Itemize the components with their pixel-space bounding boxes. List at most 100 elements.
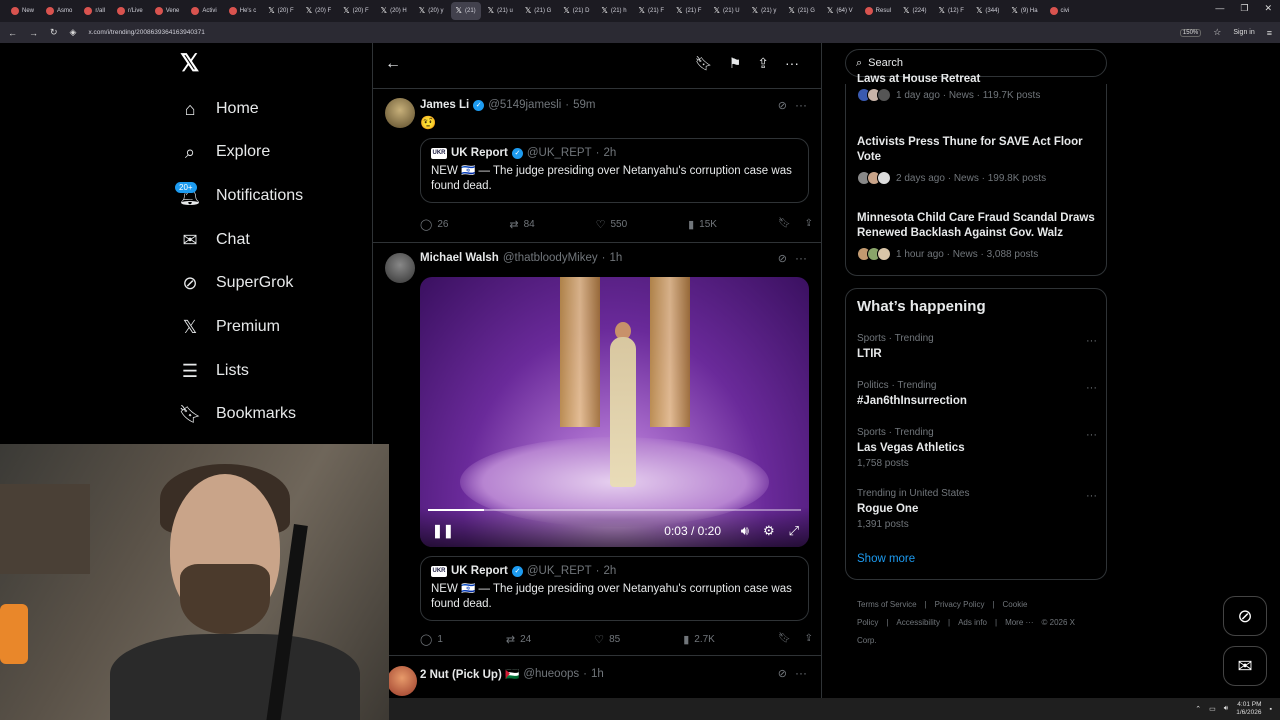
bookmark-icon[interactable]: 🔖︎ [778, 633, 791, 646]
nav-item-bookmarks[interactable]: 🔖︎ Bookmarks [179, 400, 296, 428]
maximize-icon[interactable]: ❐ [1240, 3, 1248, 14]
browser-tab[interactable]: 𝕏 (21) G [520, 2, 556, 20]
pause-icon[interactable]: ❚❚ [432, 523, 454, 539]
more-icon[interactable]: ··· [1086, 429, 1097, 441]
grok-fab-button[interactable]: ⊘ [1223, 596, 1267, 636]
video-player[interactable]: ❚❚ 0:03 / 0:20 🔊︎ ⚙ ⤢ [420, 277, 809, 547]
more-icon[interactable]: ··· [1086, 382, 1097, 394]
post-time[interactable]: 1h [591, 668, 604, 680]
sign-in-button[interactable]: Sign in [1233, 29, 1254, 36]
quoted-post[interactable]: UKR UK Report ✓ @UK_REPT · 2h NEW 🇮🇱 — T… [420, 138, 809, 203]
browser-tab[interactable]: 𝕏 (21) u [483, 2, 518, 20]
footer-link[interactable]: Privacy Policy [935, 600, 985, 609]
minimize-icon[interactable]: — [1215, 3, 1224, 14]
video-progress-bar[interactable] [428, 509, 801, 511]
browser-tab[interactable]: 𝕏 (21) [450, 2, 481, 20]
browser-tab[interactable]: r/all [79, 2, 110, 20]
views-button[interactable]: ▮ 2.7K [683, 633, 715, 646]
settings-icon[interactable]: ⚙ [763, 523, 775, 539]
trend-item[interactable]: Politics · Trending #Jan6thInsurrection … [857, 380, 1097, 407]
nav-item-premium[interactable]: 𝕏 Premium [180, 313, 280, 341]
author-handle[interactable]: @thatbloodyMikey [503, 252, 598, 264]
grok-icon[interactable]: ⊘ [778, 252, 787, 265]
share-icon[interactable]: ⇪ [805, 633, 813, 646]
browser-tab[interactable]: 𝕏 (20) y [414, 2, 449, 20]
browser-tab[interactable]: 𝕏 (344) [971, 2, 1004, 20]
repost-button[interactable]: ⇄ 84 [509, 218, 534, 231]
trend-item[interactable]: Sports · Trending Las Vegas Athletics 1,… [857, 427, 1097, 469]
back-icon[interactable]: ← [8, 28, 17, 38]
browser-tab[interactable]: New [6, 2, 39, 20]
like-button[interactable]: ♡ 85 [594, 633, 620, 646]
browser-tab[interactable]: 𝕏 (21) y [747, 2, 782, 20]
browser-tab[interactable]: Vene [150, 2, 185, 20]
browser-tab[interactable]: 𝕏 (21) F [671, 2, 706, 20]
back-arrow-icon[interactable]: ← [385, 55, 401, 73]
browser-tab[interactable]: He's c [224, 2, 261, 20]
author-name[interactable]: Michael Walsh [420, 252, 499, 264]
avatar[interactable]: UKR [431, 147, 447, 159]
flag-icon[interactable]: ⚑ [729, 55, 742, 72]
browser-tab[interactable]: r/Live [112, 2, 148, 20]
browser-tab[interactable]: 𝕏 (21) h [596, 2, 631, 20]
share-icon[interactable]: ⇪ [757, 55, 769, 72]
browser-tab[interactable]: 𝕏 (64) V [822, 2, 858, 20]
avatar[interactable] [387, 666, 417, 696]
fullscreen-icon[interactable]: ⤢ [789, 523, 799, 539]
more-icon[interactable]: ··· [1086, 490, 1097, 502]
menu-icon[interactable]: ≡ [1267, 28, 1272, 38]
browser-tab[interactable]: 𝕏 (9) Ha [1006, 2, 1042, 20]
nav-item-home[interactable]: ⌂ Home [180, 95, 259, 123]
browser-tab[interactable]: civi [1045, 2, 1075, 20]
footer-link[interactable]: Ads info [958, 618, 987, 627]
post-time[interactable]: 1h [609, 252, 622, 264]
avatar[interactable] [385, 98, 415, 128]
news-item[interactable]: Activists Press Thune for SAVE Act Floor… [857, 135, 1097, 185]
more-icon[interactable]: ··· [795, 98, 807, 112]
browser-tab[interactable]: Activi [186, 2, 221, 20]
volume-icon[interactable]: 🔊︎ [741, 523, 749, 539]
bookmark-icon[interactable]: 🔖︎ [695, 55, 713, 72]
network-icon[interactable]: ▭ [1209, 705, 1216, 713]
nav-item-chat[interactable]: ✉ Chat [180, 226, 249, 254]
news-item[interactable]: Laws at House Retreat 1 day ago · News ·… [857, 74, 1097, 102]
trend-item[interactable]: Trending in United States Rogue One 1,39… [857, 488, 1097, 530]
more-icon[interactable]: ··· [795, 251, 807, 265]
bookmark-icon[interactable]: 🔖︎ [778, 218, 791, 231]
nav-item-notifications[interactable]: 🔔︎ Notifications [179, 182, 304, 210]
star-icon[interactable]: ☆ [1213, 27, 1221, 38]
author-handle[interactable]: @hueoops [523, 668, 579, 680]
browser-tab[interactable]: 𝕏 (21) U [708, 2, 744, 20]
repost-button[interactable]: ⇄ 24 [506, 633, 531, 646]
reply-button[interactable]: ◯ 26 [420, 218, 448, 231]
messages-fab-button[interactable]: ✉ [1223, 646, 1267, 686]
author-name[interactable]: James Li [420, 99, 469, 111]
browser-tab[interactable]: 𝕏 (12) F [933, 2, 968, 20]
news-item[interactable]: Minnesota Child Care Fraud Scandal Draws… [857, 211, 1097, 261]
post[interactable]: 2 Nut (Pick Up) 🇵🇸 @hueoops · 1h ⊘ ··· [373, 656, 821, 698]
author-handle[interactable]: @5149jamesli [488, 99, 561, 111]
browser-tab[interactable]: 𝕏 (20) F [301, 2, 336, 20]
browser-tab[interactable]: 𝕏 (21) G [783, 2, 819, 20]
show-more-link[interactable]: Show more [857, 553, 915, 565]
more-icon[interactable]: ··· [785, 55, 799, 72]
trend-item[interactable]: Sports · Trending LTIR ··· [857, 333, 1097, 360]
views-button[interactable]: ▮ 15K [688, 218, 717, 231]
url-field[interactable]: x.com/i/trending/2008639364163940371 [88, 29, 1167, 36]
quoted-post[interactable]: UKR UK Report ✓ @UK_REPT · 2h NEW 🇮🇱 — T… [420, 556, 809, 621]
reload-icon[interactable]: ↻ [50, 27, 58, 38]
grok-icon[interactable]: ⊘ [778, 667, 787, 680]
share-icon[interactable]: ⇪ [805, 218, 813, 231]
footer-link[interactable]: Terms of Service [857, 600, 917, 609]
clock[interactable]: 4:01 PM 1/6/2026 [1236, 701, 1261, 717]
browser-tab[interactable]: 𝕏 (21) D [558, 2, 594, 20]
footer-link[interactable]: More ··· [1005, 618, 1033, 627]
browser-tab[interactable]: Asmo [41, 2, 77, 20]
like-button[interactable]: ♡ 550 [596, 218, 628, 231]
forward-icon[interactable]: → [29, 28, 38, 38]
browser-tab[interactable]: 𝕏 (224) [898, 2, 931, 20]
nav-item-lists[interactable]: ☰ Lists [180, 357, 249, 385]
browser-tab[interactable]: Resul [860, 2, 896, 20]
browser-tab[interactable]: 𝕏 (20) F [338, 2, 373, 20]
shield-icon[interactable]: ◈ [70, 27, 77, 38]
